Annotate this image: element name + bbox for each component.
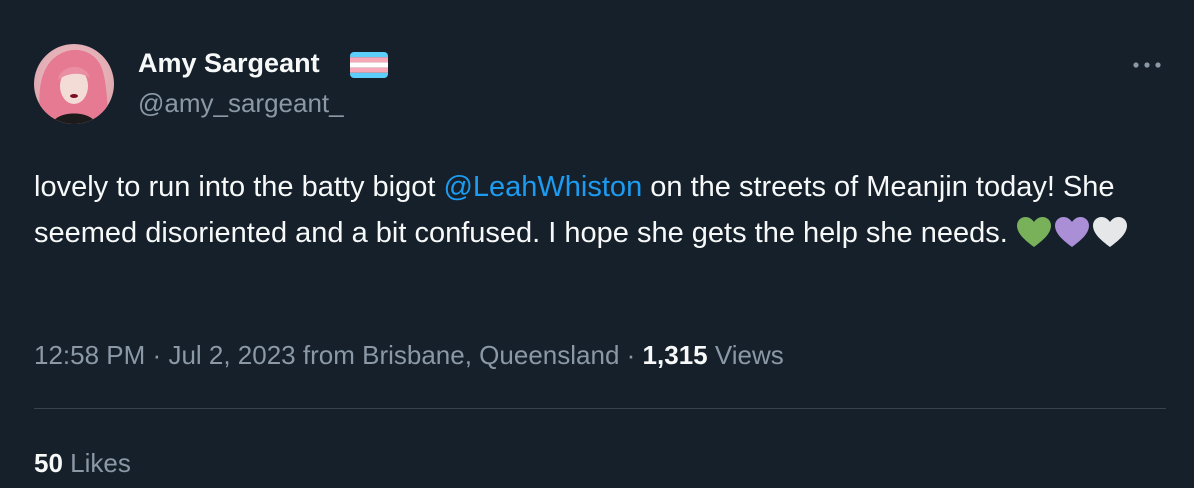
tweet-card: Amy Sargeant @amy_sargeant_ lovely to ru… [0, 0, 1194, 488]
divider [34, 408, 1166, 409]
author-handle[interactable]: @amy_sargeant_ [138, 86, 344, 120]
author-display-name[interactable]: Amy Sargeant [138, 46, 320, 80]
tweet-date-link[interactable]: Jul 2, 2023 [168, 340, 295, 370]
more-options-button[interactable] [1124, 50, 1170, 80]
more-options-icon [1133, 62, 1161, 68]
views-count: 1,315 [642, 340, 708, 370]
mention-link[interactable]: @LeahWhiston [443, 171, 642, 203]
white-heart-icon [1092, 216, 1128, 248]
likes-label: Likes [70, 448, 131, 478]
tweet-text: lovely to run into the batty bigot @Leah… [34, 164, 1164, 256]
purple-heart-icon [1054, 216, 1090, 248]
tweet-time-link[interactable]: 12:58 PM [34, 340, 145, 370]
tweet-location: from Brisbane, Queensland [302, 340, 620, 370]
tweet-text-part: lovely to run into the batty bigot [34, 171, 444, 203]
likes-link[interactable]: 50 Likes [34, 444, 131, 482]
green-heart-icon [1016, 216, 1052, 248]
separator: · [152, 340, 162, 370]
views-label: Views [714, 340, 784, 370]
avatar[interactable] [34, 44, 114, 124]
transgender-flag-icon [350, 52, 388, 78]
separator: · [626, 340, 636, 370]
likes-count: 50 [34, 448, 63, 478]
tweet-metadata: 12:58 PM · Jul 2, 2023 from Brisbane, Qu… [34, 336, 784, 374]
